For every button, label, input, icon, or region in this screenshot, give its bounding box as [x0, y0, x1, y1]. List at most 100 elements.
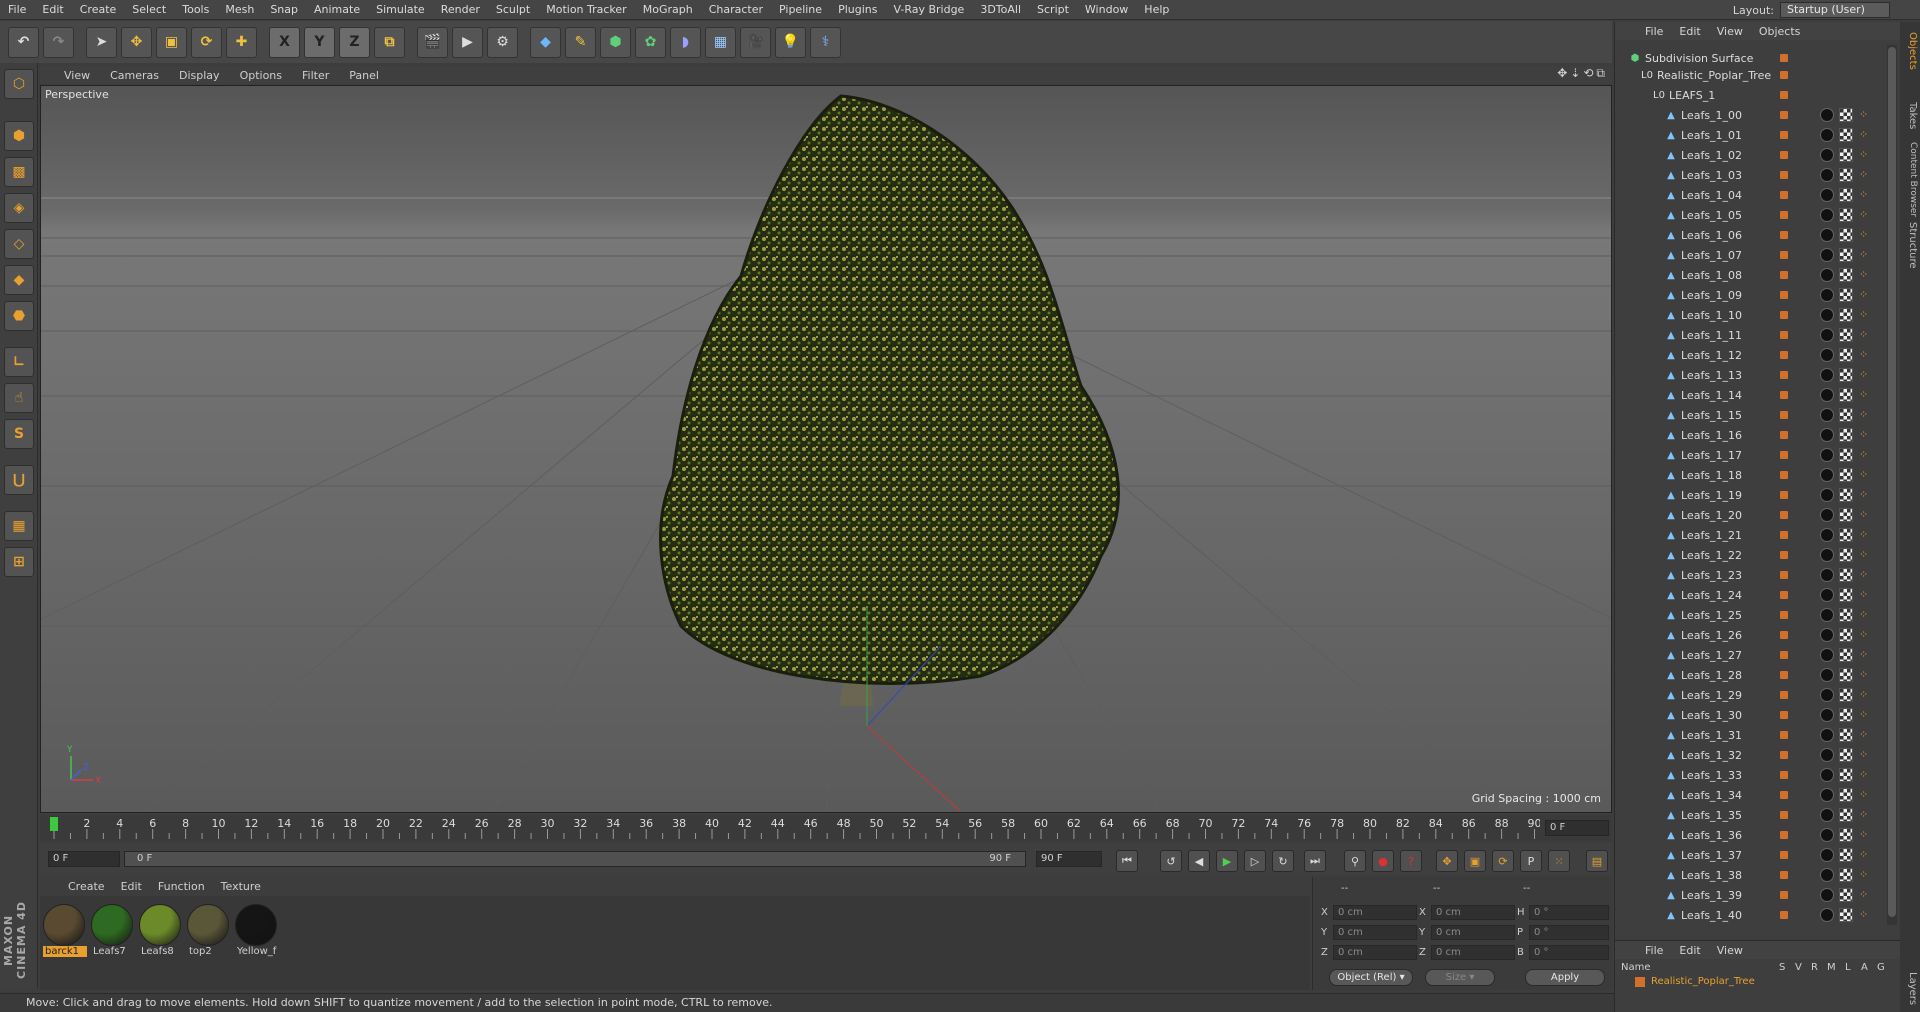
material-tag-icon[interactable]	[1820, 148, 1834, 162]
texture-tag-icon[interactable]	[1839, 448, 1853, 462]
material-tag-icon[interactable]	[1820, 108, 1834, 122]
render-settings-icon[interactable]: ⚙	[487, 26, 518, 58]
python-icon[interactable]: ⚕	[810, 26, 841, 58]
last-tool-icon[interactable]: ✚	[226, 26, 257, 58]
texture-tag-icon[interactable]	[1839, 188, 1853, 202]
texture-tag-icon[interactable]	[1839, 648, 1853, 662]
subdivision-nurbs-icon[interactable]: ⬢	[600, 26, 631, 58]
material-item[interactable]: barck1	[43, 904, 87, 958]
side-tab-structure[interactable]: Structure	[1902, 222, 1918, 269]
texture-tag-icon[interactable]	[1839, 508, 1853, 522]
material-tag-icon[interactable]	[1820, 468, 1834, 482]
layer-color-dot[interactable]	[1780, 231, 1788, 239]
material-tag-icon[interactable]	[1820, 728, 1834, 742]
texture-tag-icon[interactable]	[1839, 868, 1853, 882]
viewport-menu-view[interactable]: View	[40, 69, 100, 82]
layer-color-dot[interactable]	[1780, 411, 1788, 419]
uvw-tag-icon[interactable]: ⁘	[1859, 869, 1871, 881]
layer-color-dot[interactable]	[1780, 171, 1788, 179]
texture-tag-icon[interactable]	[1839, 848, 1853, 862]
uvw-tag-icon[interactable]: ⁘	[1859, 529, 1871, 541]
position-y-field[interactable]: 0 cm	[1333, 925, 1417, 940]
uvw-tag-icon[interactable]: ⁘	[1859, 509, 1871, 521]
texture-tag-icon[interactable]	[1839, 128, 1853, 142]
side-tab-content-browser[interactable]: Content Browser	[1902, 142, 1918, 217]
light-icon[interactable]: 💡	[775, 26, 806, 58]
texture-tag-icon[interactable]	[1839, 308, 1853, 322]
menu-motion-tracker[interactable]: Motion Tracker	[538, 0, 634, 20]
material-tag-icon[interactable]	[1820, 308, 1834, 322]
menu-script[interactable]: Script	[1029, 0, 1077, 20]
rotation-p-field[interactable]: 0 °	[1529, 925, 1609, 940]
uvw-tag-icon[interactable]: ⁘	[1859, 469, 1871, 481]
uvw-tag-icon[interactable]: ⁘	[1859, 109, 1871, 121]
go-to-end-icon[interactable]: ⏭	[1304, 850, 1326, 872]
uvw-tag-icon[interactable]: ⁘	[1859, 569, 1871, 581]
viewport-menu-filter[interactable]: Filter	[292, 69, 339, 82]
material-tag-icon[interactable]	[1820, 488, 1834, 502]
material-tag-icon[interactable]	[1820, 788, 1834, 802]
layer-color-dot[interactable]	[1780, 451, 1788, 459]
material-tag-icon[interactable]	[1820, 588, 1834, 602]
texture-tag-icon[interactable]	[1839, 588, 1853, 602]
position-z-field[interactable]: 0 cm	[1333, 945, 1417, 960]
layer-color-dot[interactable]	[1780, 71, 1788, 79]
menu-tools[interactable]: Tools	[174, 0, 217, 20]
texture-tag-icon[interactable]	[1839, 428, 1853, 442]
material-tag-icon[interactable]	[1820, 768, 1834, 782]
workplane-lock-icon[interactable]: ▦	[4, 511, 34, 541]
layer-color-dot[interactable]	[1780, 511, 1788, 519]
timeline-playhead[interactable]	[50, 817, 58, 831]
array-mograph-icon[interactable]: ✿	[635, 26, 666, 58]
layer-color-dot[interactable]	[1780, 251, 1788, 259]
texture-tag-icon[interactable]	[1839, 728, 1853, 742]
texture-tag-icon[interactable]	[1839, 368, 1853, 382]
menu-create[interactable]: Create	[72, 0, 125, 20]
material-tag-icon[interactable]	[1820, 128, 1834, 142]
layer-menu-edit[interactable]: Edit	[1671, 944, 1708, 957]
object-menu-view[interactable]: View	[1709, 25, 1751, 38]
layer-color-dot[interactable]	[1780, 531, 1788, 539]
make-editable-icon[interactable]: ⬡	[4, 69, 34, 99]
texture-tag-icon[interactable]	[1839, 248, 1853, 262]
menu-simulate[interactable]: Simulate	[368, 0, 433, 20]
material-tag-icon[interactable]	[1820, 368, 1834, 382]
uvw-tag-icon[interactable]: ⁘	[1859, 789, 1871, 801]
uvw-tag-icon[interactable]: ⁘	[1859, 669, 1871, 681]
menu-edit[interactable]: Edit	[34, 0, 71, 20]
layout-dropdown[interactable]: Startup (User)	[1780, 2, 1890, 18]
menu-3dtoall[interactable]: 3DToAll	[972, 0, 1029, 20]
menu-mesh[interactable]: Mesh	[217, 0, 262, 20]
uvw-tag-icon[interactable]: ⁘	[1859, 329, 1871, 341]
deformer-icon[interactable]: ◗	[670, 26, 701, 58]
uvw-tag-icon[interactable]: ⁘	[1859, 269, 1871, 281]
texture-tag-icon[interactable]	[1839, 748, 1853, 762]
layer-color-dot[interactable]	[1780, 391, 1788, 399]
texture-tag-icon[interactable]	[1839, 668, 1853, 682]
size-y-field[interactable]: 0 cm	[1431, 925, 1515, 940]
record-active-objects-icon[interactable]: ●	[1372, 850, 1394, 872]
object-manager-scrollbar[interactable]	[1887, 45, 1897, 925]
material-tag-icon[interactable]	[1820, 528, 1834, 542]
size-x-field[interactable]: 0 cm	[1431, 905, 1515, 920]
layer-color-dot[interactable]	[1780, 771, 1788, 779]
go-to-start-icon[interactable]: ⏮	[1116, 850, 1138, 872]
menu-pipeline[interactable]: Pipeline	[771, 0, 830, 20]
layer-color-swatch[interactable]	[1635, 977, 1645, 987]
material-menu-edit[interactable]: Edit	[113, 880, 150, 893]
material-tag-icon[interactable]	[1820, 208, 1834, 222]
material-tag-icon[interactable]	[1820, 848, 1834, 862]
layer-color-dot[interactable]	[1780, 911, 1788, 919]
texture-tag-icon[interactable]	[1839, 608, 1853, 622]
material-tag-icon[interactable]	[1820, 868, 1834, 882]
uvw-tag-icon[interactable]: ⁘	[1859, 769, 1871, 781]
layer-color-dot[interactable]	[1780, 131, 1788, 139]
redo-icon[interactable]: ↷	[43, 26, 74, 58]
start-frame-field[interactable]: 0 F	[48, 851, 120, 867]
layer-color-dot[interactable]	[1780, 291, 1788, 299]
key-position-icon[interactable]: ✥	[1436, 850, 1458, 872]
material-tag-icon[interactable]	[1820, 228, 1834, 242]
y-axis-lock-button[interactable]: Y	[304, 26, 335, 58]
layer-color-dot[interactable]	[1780, 311, 1788, 319]
layer-color-dot[interactable]	[1780, 111, 1788, 119]
